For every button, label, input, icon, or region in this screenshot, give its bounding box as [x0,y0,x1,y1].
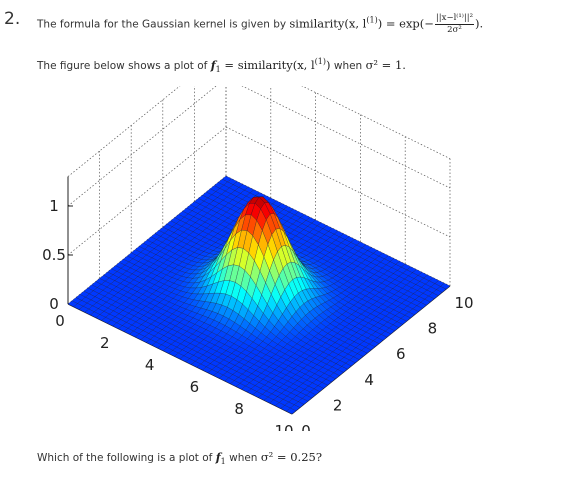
question-number: 2. [4,9,21,29]
x2-tick-label: 6 [396,345,406,363]
formula-fraction: ||x−l⁽¹⁾||² 2σ² [434,13,475,36]
x1-tick-label: 6 [190,378,200,396]
formula-denominator: 2σ² [447,25,462,35]
formula-rhs: ) = exp(− [377,16,434,31]
gridline [241,86,451,189]
x1-tick-label: 8 [234,400,244,418]
z-tick-label: 0 [49,295,59,313]
x2-tick-label: 10 [454,294,473,312]
formula-line: The formula for the Gaussian kernel is g… [37,13,483,36]
formula-lhs-sup: (1) [366,15,378,25]
x1-tick-label: 10 [274,422,293,431]
gaussian-surface-plot: 00.510246810 0246810 [42,86,474,431]
x1-tick-label: 2 [100,334,110,352]
x1-tick-label: 4 [145,356,155,374]
z-tick-label: 1 [49,197,59,215]
gridline [301,86,451,159]
formula-numerator: ||x−l⁽¹⁾||² [434,13,475,25]
figure-description: The figure below shows a plot of f1 = si… [37,57,406,74]
figure-eq-sup: (1) [314,57,327,66]
formula-end: ). [475,16,484,31]
x2-tick-label: 2 [333,396,343,414]
x2-tick-label: 8 [428,320,438,338]
x2-tick-label: 4 [364,371,374,389]
formula-lhs: similarity(x, l [289,16,367,31]
formula-prefix: The formula for the Gaussian kernel is g… [37,18,290,31]
x2-tick-label: 0 [301,422,311,431]
bottom-prefix: Which of the following is a plot of [37,452,216,464]
surface-mesh [67,175,451,415]
x1-tick-label: 0 [55,312,65,330]
figure-eq: = similarity(x, l [220,58,315,72]
figure-prefix: The figure below shows a plot of [37,60,211,72]
bottom-sigma: σ² = 0.25? [260,450,322,464]
gridline [67,86,181,177]
bottom-question: Which of the following is a plot of f1 w… [37,450,322,466]
figure-when: when [330,60,366,72]
z-tick-label: 0.5 [42,246,66,264]
bottom-when: when [225,452,261,464]
figure-sigma: σ² = 1. [365,58,406,72]
